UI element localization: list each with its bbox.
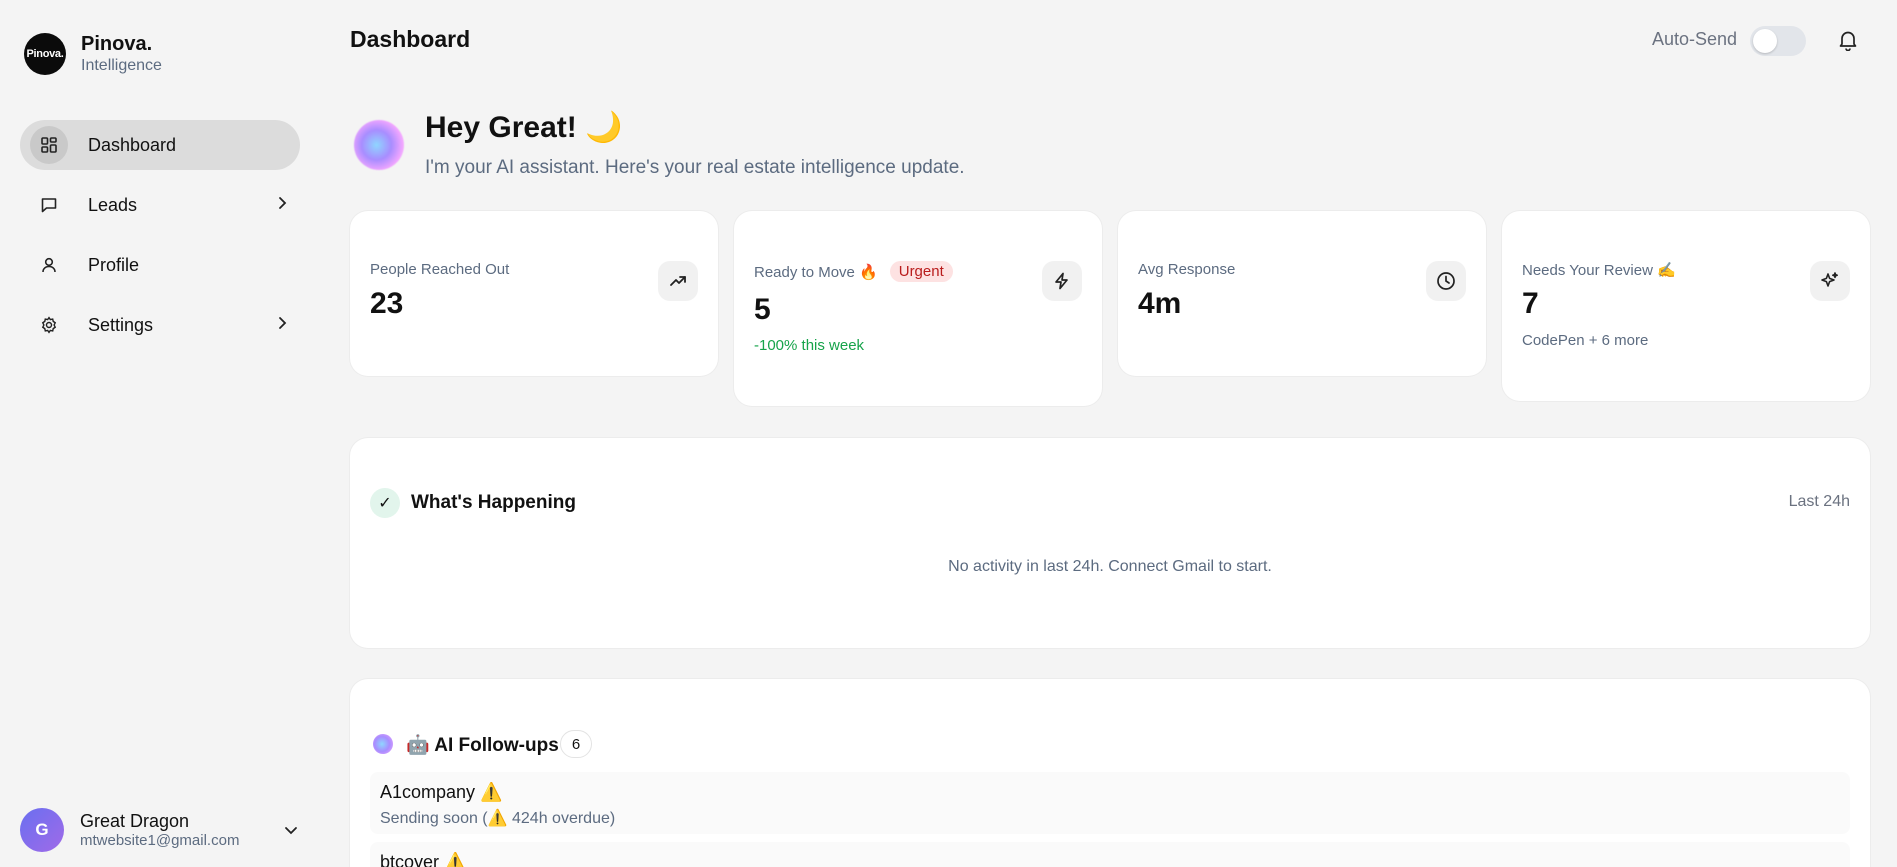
- chevron-right-icon: [274, 195, 290, 216]
- trend-up-icon: [658, 261, 698, 301]
- followup-status: Sending soon (⚠️ 424h overdue): [380, 810, 616, 827]
- check-icon: ✓: [370, 488, 400, 518]
- stat-label: Needs Your Review ✍️: [1522, 262, 1676, 279]
- sidebar-item-label: Leads: [88, 194, 138, 215]
- chat-icon: [30, 186, 68, 224]
- user-icon: [30, 246, 68, 284]
- ai-orb-icon: [354, 120, 404, 170]
- stat-change: -100% this week: [754, 337, 865, 354]
- chevron-down-icon[interactable]: [282, 821, 300, 844]
- brand-name: Pinova.: [81, 33, 153, 55]
- stat-detail: CodePen + 6 more: [1522, 332, 1649, 349]
- bell-icon[interactable]: [1838, 29, 1858, 56]
- section-title: What's Happening: [411, 492, 576, 513]
- gear-icon: [30, 306, 68, 344]
- user-name: Great Dragon: [80, 811, 190, 831]
- grid-icon: [30, 126, 68, 164]
- stat-card-needs-review[interactable]: Needs Your Review ✍️ 7 CodePen + 6 more: [1502, 211, 1870, 401]
- empty-state-message: No activity in last 24h. Connect Gmail t…: [948, 558, 1272, 575]
- sparkle-icon: [1810, 261, 1850, 301]
- followup-name: btcoyer ⚠️: [380, 852, 467, 867]
- sidebar-item-profile[interactable]: Profile: [20, 240, 300, 290]
- list-item[interactable]: A1company ⚠️ Sending soon (⚠️ 424h overd…: [370, 772, 1850, 834]
- stat-value: 7: [1522, 287, 1539, 320]
- auto-send-toggle[interactable]: [1750, 26, 1806, 56]
- ai-followups-panel: 🤖 AI Follow-ups 6 A1company ⚠️ Sending s…: [350, 679, 1870, 867]
- brand-logo: Pinova.: [24, 33, 66, 75]
- section-title: 🤖 AI Follow-ups: [406, 735, 559, 756]
- greeting-subtitle: I'm your AI assistant. Here's your real …: [425, 157, 965, 178]
- user-email: mtwebsite1@gmail.com: [80, 832, 240, 849]
- stat-label: Avg Response: [1138, 261, 1236, 278]
- auto-send-label: Auto-Send: [1652, 29, 1738, 49]
- time-range-label: Last 24h: [1788, 493, 1850, 510]
- sidebar-nav: Dashboard Leads Profile Settings: [20, 120, 300, 360]
- stat-label-row: Ready to Move 🔥 Urgent: [754, 261, 953, 282]
- sidebar-item-label: Profile: [88, 254, 140, 275]
- stat-card-avg-response[interactable]: Avg Response 4m: [1118, 211, 1486, 376]
- count-badge: 6: [560, 730, 592, 758]
- sidebar-item-dashboard[interactable]: Dashboard: [20, 120, 300, 170]
- sidebar-item-settings[interactable]: Settings: [20, 300, 300, 350]
- stat-value: 23: [370, 287, 404, 320]
- user-menu[interactable]: G Great Dragon mtwebsite1@gmail.com: [20, 805, 300, 855]
- clock-icon: [1426, 261, 1466, 301]
- toggle-knob: [1753, 29, 1777, 53]
- sidebar: Pinova. Pinova. Intelligence Dashboard L…: [0, 0, 310, 867]
- bolt-icon: [1042, 261, 1082, 301]
- stat-label: People Reached Out: [370, 261, 510, 278]
- greeting-title: Hey Great! 🌙: [425, 111, 623, 144]
- urgent-badge: Urgent: [889, 261, 953, 282]
- list-item[interactable]: btcoyer ⚠️: [370, 842, 1850, 867]
- whats-happening-panel: ✓ What's Happening Last 24h No activity …: [350, 438, 1870, 648]
- stat-card-people-reached[interactable]: People Reached Out 23: [350, 211, 718, 376]
- ai-orb-icon: [373, 734, 393, 754]
- page-title: Dashboard: [350, 26, 471, 52]
- stat-value: 4m: [1138, 287, 1182, 320]
- sidebar-item-label: Dashboard: [88, 134, 177, 155]
- stat-value: 5: [754, 293, 771, 326]
- followup-name: A1company ⚠️: [380, 782, 503, 802]
- stat-label: Ready to Move 🔥: [754, 263, 878, 281]
- brand[interactable]: Pinova. Pinova. Intelligence: [24, 32, 162, 76]
- sidebar-item-leads[interactable]: Leads: [20, 180, 300, 230]
- brand-subtitle: Intelligence: [81, 57, 162, 74]
- sidebar-item-label: Settings: [88, 314, 154, 335]
- stat-card-ready-to-move[interactable]: Ready to Move 🔥 Urgent 5 -100% this week: [734, 211, 1102, 406]
- chevron-right-icon: [274, 315, 290, 336]
- avatar: G: [20, 808, 64, 852]
